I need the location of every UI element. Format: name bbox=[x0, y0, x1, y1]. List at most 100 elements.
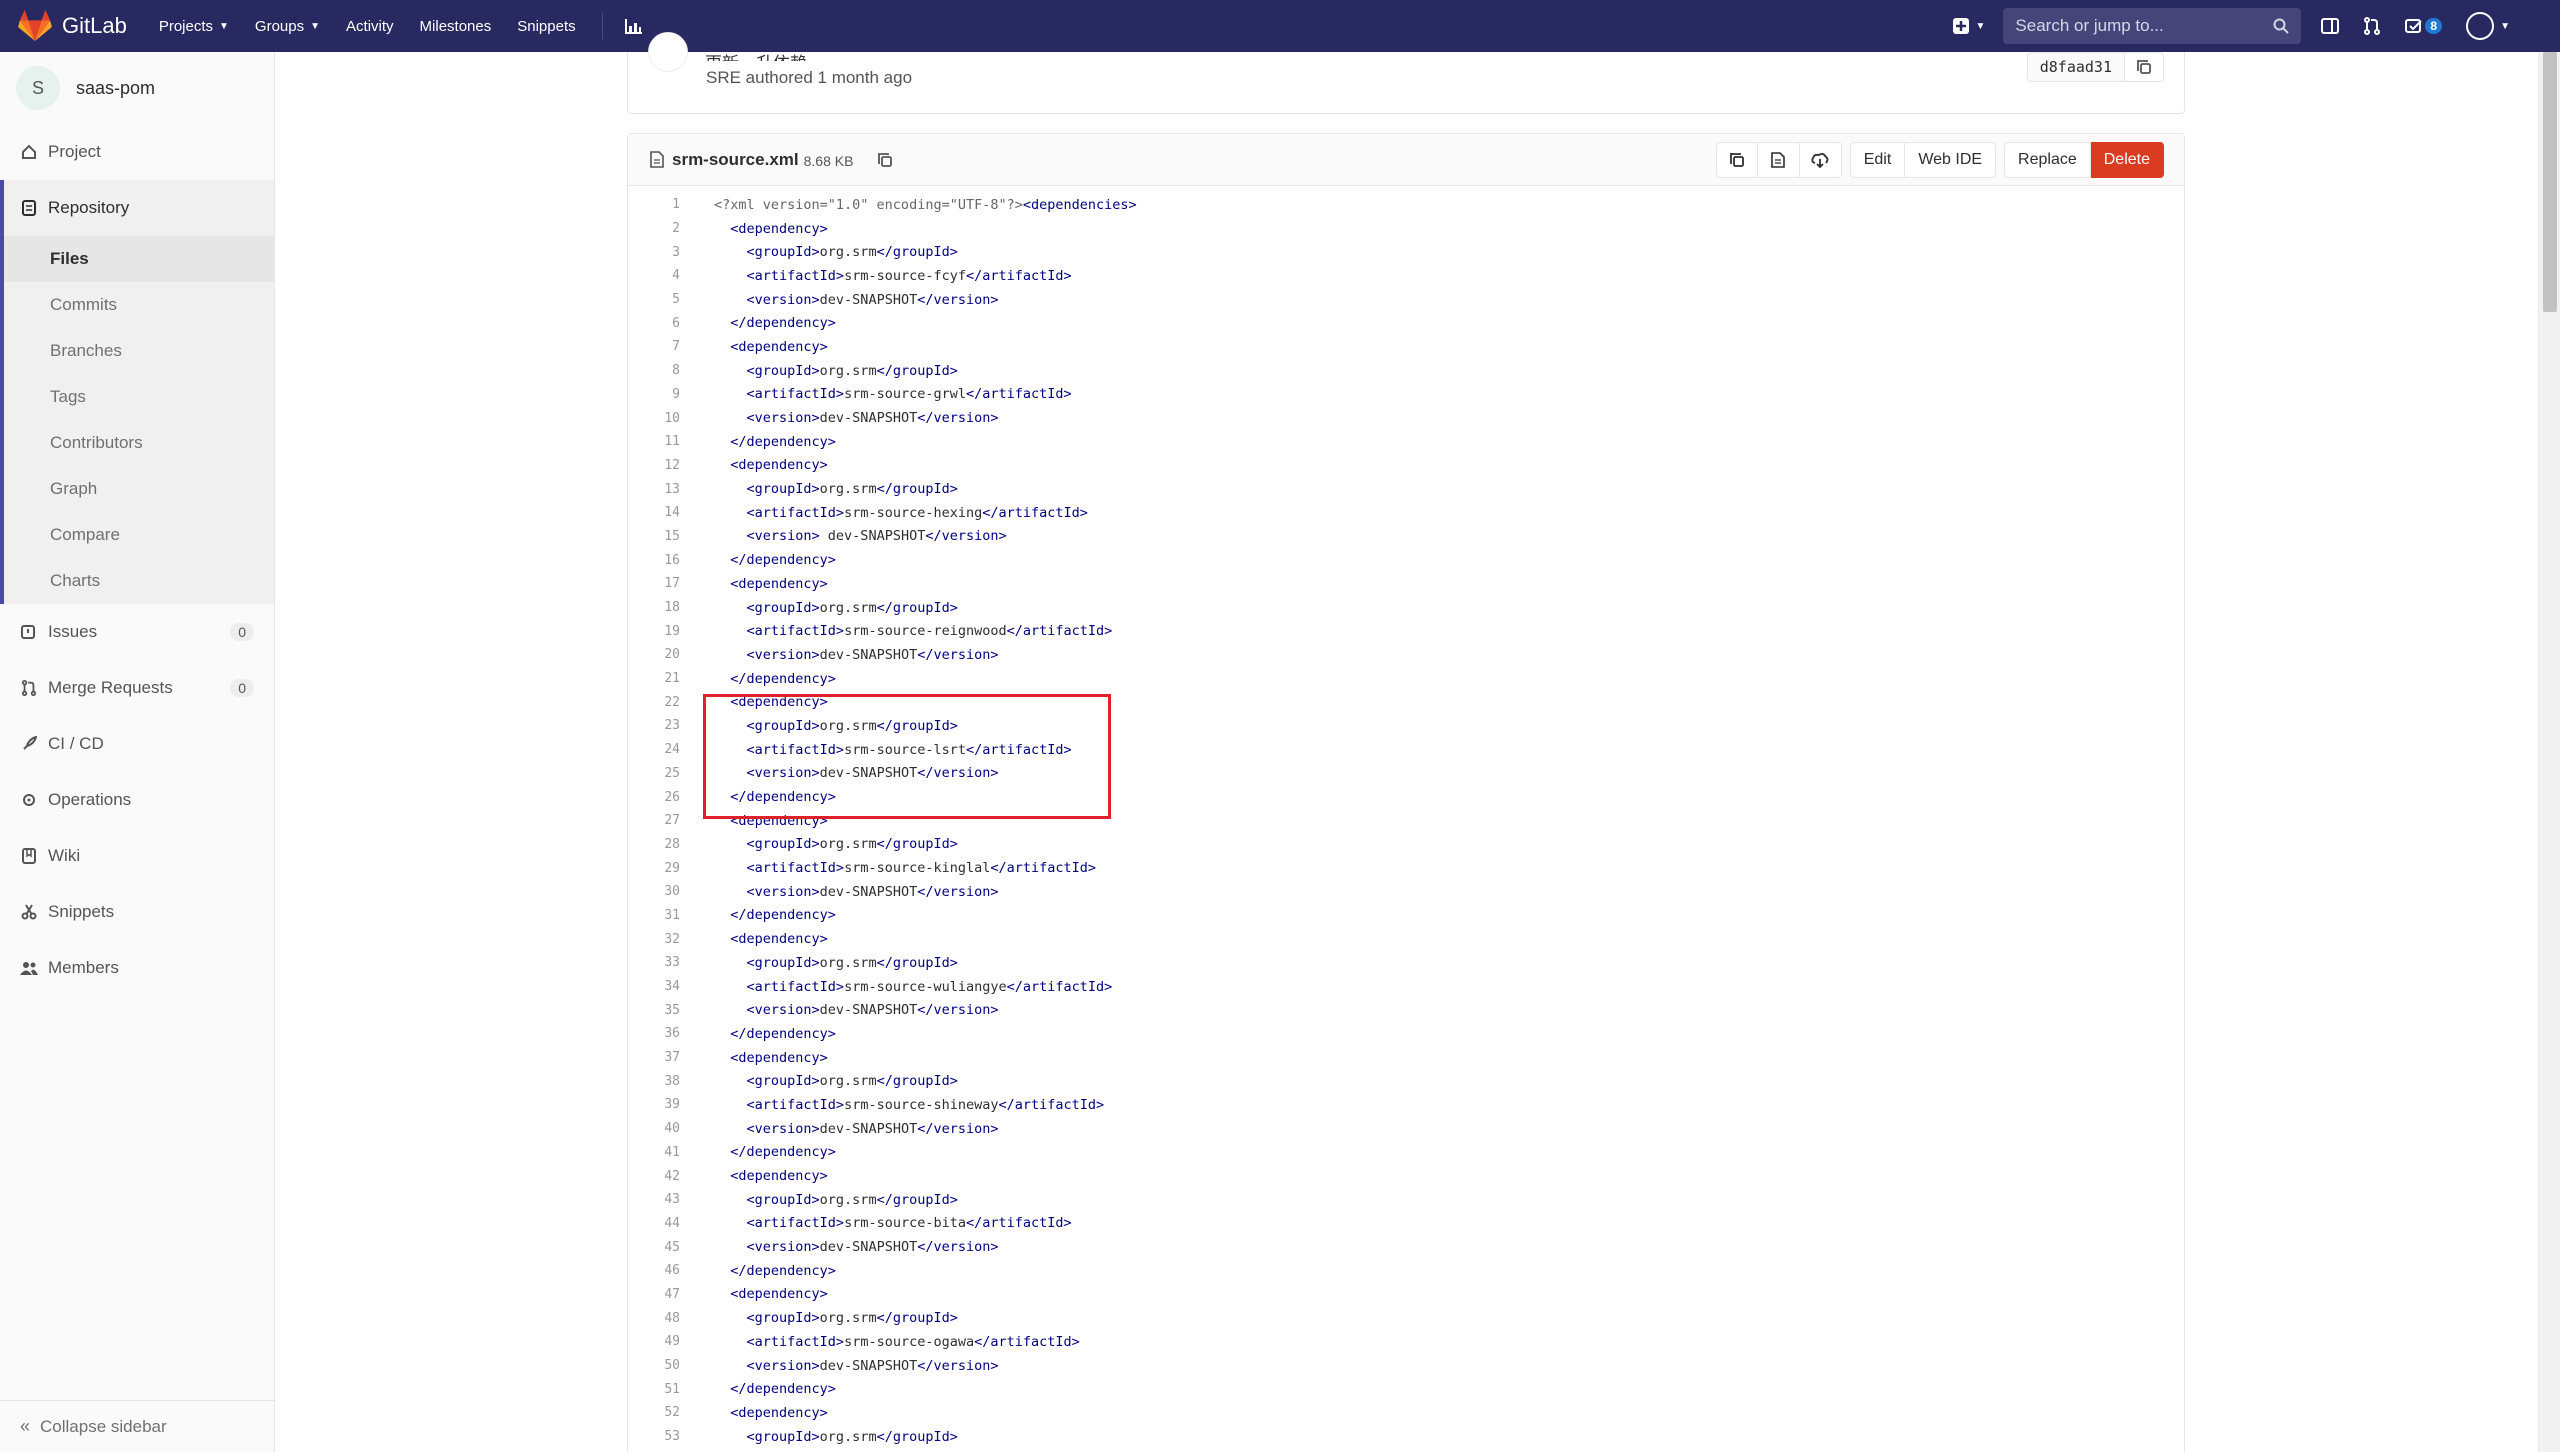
sidebar-subitem-commits[interactable]: Commits bbox=[4, 282, 274, 328]
sidebar-subitem-charts[interactable]: Charts bbox=[4, 558, 274, 604]
nav-projects[interactable]: Projects ▼ bbox=[159, 18, 229, 35]
stats-chart-icon[interactable] bbox=[624, 18, 643, 34]
line-number[interactable]: 4 bbox=[628, 268, 688, 283]
line-number[interactable]: 27 bbox=[628, 813, 688, 828]
collapse-sidebar-button[interactable]: « Collapse sidebar bbox=[0, 1400, 274, 1452]
replace-button[interactable]: Replace bbox=[2004, 142, 2091, 178]
sidebar-subitem-contributors[interactable]: Contributors bbox=[4, 420, 274, 466]
line-number[interactable]: 2 bbox=[628, 221, 688, 236]
sidebar-subitem-graph[interactable]: Graph bbox=[4, 466, 274, 512]
line-number[interactable]: 47 bbox=[628, 1287, 688, 1302]
copy-icon bbox=[2137, 60, 2151, 74]
todos-button[interactable]: 8 bbox=[2405, 18, 2443, 34]
nav-groups[interactable]: Groups ▼ bbox=[255, 18, 320, 35]
line-number[interactable]: 29 bbox=[628, 861, 688, 876]
commit-sha-label[interactable]: d8faad31 bbox=[2026, 52, 2124, 82]
merge-request-icon[interactable] bbox=[2363, 17, 2381, 35]
download-button[interactable] bbox=[1799, 142, 1842, 178]
line-number[interactable]: 26 bbox=[628, 790, 688, 805]
nav-activity[interactable]: Activity bbox=[346, 18, 394, 35]
sidebar-subitem-tags[interactable]: Tags bbox=[4, 374, 274, 420]
copy-file-path-button[interactable] bbox=[877, 152, 893, 168]
line-number[interactable]: 8 bbox=[628, 363, 688, 378]
scrollbar-thumb[interactable] bbox=[2543, 52, 2557, 312]
web-ide-button[interactable]: Web IDE bbox=[1905, 142, 1997, 178]
open-raw-button[interactable] bbox=[1757, 142, 1800, 178]
sidebar-item-members[interactable]: Members bbox=[0, 940, 274, 996]
edit-button[interactable]: Edit bbox=[1849, 142, 1906, 178]
user-menu[interactable]: ▼ bbox=[2466, 12, 2510, 40]
sidebar-toggle-icon[interactable] bbox=[2321, 17, 2340, 35]
search-input[interactable]: Search or jump to... bbox=[2003, 8, 2302, 44]
line-number[interactable]: 11 bbox=[628, 434, 688, 449]
sidebar-item-wiki[interactable]: Wiki bbox=[0, 828, 274, 884]
line-number[interactable]: 24 bbox=[628, 742, 688, 757]
gitlab-logo[interactable]: GitLab bbox=[18, 10, 127, 42]
line-number[interactable]: 53 bbox=[628, 1429, 688, 1444]
line-number[interactable]: 31 bbox=[628, 908, 688, 923]
line-number[interactable]: 3 bbox=[628, 245, 688, 260]
line-number[interactable]: 28 bbox=[628, 837, 688, 852]
line-number[interactable]: 39 bbox=[628, 1097, 688, 1112]
sidebar-item-snippets[interactable]: Snippets bbox=[0, 884, 274, 940]
line-number[interactable]: 12 bbox=[628, 458, 688, 473]
line-number[interactable]: 13 bbox=[628, 482, 688, 497]
line-number[interactable]: 38 bbox=[628, 1074, 688, 1089]
line-number[interactable]: 30 bbox=[628, 884, 688, 899]
line-number[interactable]: 45 bbox=[628, 1240, 688, 1255]
sidebar-item-repository[interactable]: Repository bbox=[4, 180, 274, 236]
delete-button[interactable]: Delete bbox=[2090, 142, 2164, 178]
sidebar-item-issues[interactable]: Issues 0 bbox=[0, 604, 274, 660]
line-number[interactable]: 33 bbox=[628, 955, 688, 970]
sidebar-item-project[interactable]: Project bbox=[0, 124, 274, 180]
line-number[interactable]: 42 bbox=[628, 1169, 688, 1184]
line-number[interactable]: 20 bbox=[628, 647, 688, 662]
line-number[interactable]: 14 bbox=[628, 505, 688, 520]
line-number[interactable]: 37 bbox=[628, 1050, 688, 1065]
line-number[interactable]: 10 bbox=[628, 411, 688, 426]
line-number[interactable]: 18 bbox=[628, 600, 688, 615]
line-number[interactable]: 16 bbox=[628, 553, 688, 568]
line-number[interactable]: 52 bbox=[628, 1405, 688, 1420]
line-number[interactable]: 32 bbox=[628, 932, 688, 947]
nav-milestones[interactable]: Milestones bbox=[420, 18, 492, 35]
line-number[interactable]: 36 bbox=[628, 1026, 688, 1041]
line-number[interactable]: 34 bbox=[628, 979, 688, 994]
page-scrollbar[interactable] bbox=[2538, 52, 2560, 1452]
line-number[interactable]: 51 bbox=[628, 1382, 688, 1397]
sidebar-item-cicd[interactable]: CI / CD bbox=[0, 716, 274, 772]
nav-snippets[interactable]: Snippets bbox=[517, 18, 575, 35]
copy-contents-button[interactable] bbox=[1715, 142, 1758, 178]
line-number[interactable]: 17 bbox=[628, 576, 688, 591]
copy-sha-button[interactable] bbox=[2124, 52, 2164, 82]
sidebar-subitem-compare[interactable]: Compare bbox=[4, 512, 274, 558]
line-number[interactable]: 19 bbox=[628, 624, 688, 639]
line-number[interactable]: 43 bbox=[628, 1192, 688, 1207]
line-number[interactable]: 44 bbox=[628, 1216, 688, 1231]
sidebar-item-merge-requests[interactable]: Merge Requests 0 bbox=[0, 660, 274, 716]
sidebar-subitem-files[interactable]: Files bbox=[4, 236, 274, 282]
line-number[interactable]: 41 bbox=[628, 1145, 688, 1160]
sidebar-item-operations[interactable]: Operations bbox=[0, 772, 274, 828]
line-number[interactable]: 21 bbox=[628, 671, 688, 686]
sidebar-subitem-branches[interactable]: Branches bbox=[4, 328, 274, 374]
line-number[interactable]: 25 bbox=[628, 766, 688, 781]
new-item-dropdown[interactable]: ▼ bbox=[1952, 17, 1985, 35]
line-number[interactable]: 48 bbox=[628, 1311, 688, 1326]
line-number[interactable]: 50 bbox=[628, 1358, 688, 1373]
line-number[interactable]: 6 bbox=[628, 316, 688, 331]
line-number[interactable]: 15 bbox=[628, 529, 688, 544]
commit-author-avatar[interactable] bbox=[648, 32, 688, 72]
line-number[interactable]: 23 bbox=[628, 718, 688, 733]
line-number[interactable]: 9 bbox=[628, 387, 688, 402]
commit-title[interactable]: 更新一升依赖 bbox=[705, 49, 807, 61]
line-number[interactable]: 49 bbox=[628, 1334, 688, 1349]
line-number[interactable]: 35 bbox=[628, 1003, 688, 1018]
line-number[interactable]: 40 bbox=[628, 1121, 688, 1136]
line-number[interactable]: 5 bbox=[628, 292, 688, 307]
line-number[interactable]: 7 bbox=[628, 339, 688, 354]
line-number[interactable]: 22 bbox=[628, 695, 688, 710]
project-header[interactable]: S saas-pom bbox=[0, 52, 274, 124]
line-number[interactable]: 1 bbox=[628, 197, 688, 212]
line-number[interactable]: 46 bbox=[628, 1263, 688, 1278]
